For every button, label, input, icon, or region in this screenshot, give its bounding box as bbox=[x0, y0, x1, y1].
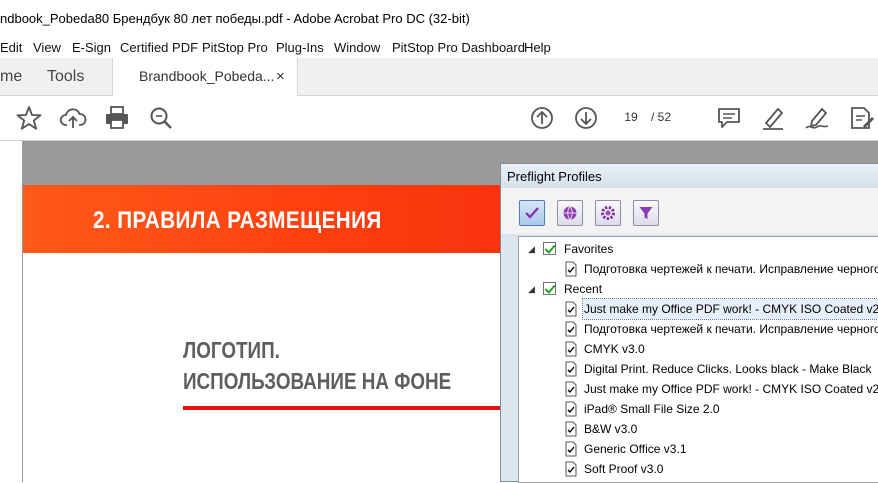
profile-label: CMYK v3.0 bbox=[584, 342, 645, 356]
accent-underline bbox=[183, 406, 513, 410]
tab-document-label: Brandbook_Pobeda... bbox=[139, 68, 275, 84]
preflight-toolbar bbox=[501, 188, 878, 234]
preflight-dialog: Preflight Profiles ◢ Favorites Подготовк… bbox=[500, 163, 878, 483]
profile-label: Soft Proof v3.0 bbox=[584, 462, 664, 476]
list-item[interactable]: Generic Office v3.1 bbox=[519, 439, 878, 459]
profile-doc-icon bbox=[565, 421, 577, 437]
checkmark-icon bbox=[525, 207, 539, 219]
edit-document-icon[interactable] bbox=[847, 104, 875, 132]
profile-label: Just make my Office PDF work! - CMYK ISO… bbox=[584, 382, 878, 396]
comment-icon[interactable] bbox=[715, 104, 743, 132]
profile-tree: ◢ Favorites Подготовка чертежей к печати… bbox=[518, 236, 878, 483]
profile-label: Just make my Office PDF work! - CMYK ISO… bbox=[581, 298, 878, 320]
globe-icon bbox=[563, 206, 577, 220]
title-bar: ndbook_Pobeda80 Брендбук 80 лет победы.p… bbox=[0, 0, 878, 34]
list-item[interactable]: Just make my Office PDF work! - CMYK ISO… bbox=[519, 379, 878, 399]
list-item[interactable]: iPad® Small File Size 2.0 bbox=[519, 399, 878, 419]
menu-plug-ins[interactable]: Plug-Ins bbox=[276, 40, 324, 55]
profile-doc-icon bbox=[565, 321, 577, 337]
left-gutter bbox=[0, 141, 23, 482]
page-total: / 52 bbox=[651, 110, 672, 124]
page-down-icon[interactable] bbox=[572, 104, 600, 132]
group-check-icon bbox=[543, 282, 556, 295]
tab-home[interactable]: me bbox=[0, 58, 22, 95]
menu-esign[interactable]: E-Sign bbox=[72, 40, 111, 55]
upload-cloud-icon[interactable] bbox=[59, 104, 87, 132]
window-title: ndbook_Pobeda80 Брендбук 80 лет победы.p… bbox=[0, 11, 470, 26]
profile-doc-icon bbox=[565, 361, 577, 377]
profile-label: iPad® Small File Size 2.0 bbox=[584, 402, 720, 416]
page-heading-line2: ИСПОЛЬЗОВАНИЕ НА ФОНЕ bbox=[183, 368, 452, 394]
profile-doc-icon bbox=[565, 401, 577, 417]
group-label: Favorites bbox=[564, 242, 614, 256]
page-number-input[interactable]: 19 bbox=[614, 106, 648, 128]
filter-icon bbox=[639, 207, 653, 219]
tab-tools[interactable]: Tools bbox=[47, 58, 84, 95]
menu-edit[interactable]: Edit bbox=[0, 40, 22, 55]
tab-close-icon[interactable]: × bbox=[276, 58, 285, 95]
profile-doc-icon bbox=[565, 461, 577, 477]
group-check-icon bbox=[543, 242, 556, 255]
profile-label: Generic Office v3.1 bbox=[584, 442, 687, 456]
list-item[interactable]: B&W v3.0 bbox=[519, 419, 878, 439]
list-item-selected[interactable]: Just make my Office PDF work! - CMYK ISO… bbox=[519, 298, 878, 320]
profile-doc-icon bbox=[565, 341, 577, 357]
preflight-title-bar[interactable]: Preflight Profiles bbox=[501, 164, 878, 188]
toolbar: 19 / 52 bbox=[0, 96, 878, 141]
page-up-icon[interactable] bbox=[528, 104, 556, 132]
filter-button[interactable] bbox=[633, 200, 659, 226]
page-heading-line1: ЛОГОТИП. bbox=[183, 337, 280, 363]
list-item[interactable]: Подготовка чертежей к печати. Исправлени… bbox=[519, 259, 878, 279]
sign-pen-icon[interactable] bbox=[803, 104, 831, 132]
collapse-arrow-icon[interactable]: ◢ bbox=[528, 239, 538, 259]
profile-label: Подготовка чертежей к печати. Исправлени… bbox=[584, 322, 878, 336]
menu-window[interactable]: Window bbox=[334, 40, 380, 55]
gear-icon bbox=[601, 206, 615, 220]
profiles-check-button[interactable] bbox=[519, 200, 545, 226]
tree-group-recent[interactable]: ◢ Recent bbox=[519, 279, 878, 299]
group-label: Recent bbox=[564, 282, 603, 296]
profile-doc-icon bbox=[565, 441, 577, 457]
collapse-arrow-icon[interactable]: ◢ bbox=[528, 279, 538, 299]
profile-doc-icon bbox=[565, 261, 577, 277]
bookmark-star-icon[interactable] bbox=[15, 104, 43, 132]
menu-pitstop-dashboard[interactable]: PitStop Pro Dashboard bbox=[392, 40, 525, 55]
profile-label: Подготовка чертежей к печати. Исправлени… bbox=[584, 262, 878, 276]
fixups-button[interactable] bbox=[557, 200, 583, 226]
list-item[interactable]: Подготовка чертежей к печати. Исправлени… bbox=[519, 319, 878, 339]
tab-bar: me Tools Brandbook_Pobeda... × bbox=[0, 58, 878, 96]
tree-group-favorites[interactable]: ◢ Favorites bbox=[519, 239, 878, 259]
menu-pitstop-pro[interactable]: PitStop Pro bbox=[202, 40, 268, 55]
highlight-pen-icon[interactable] bbox=[759, 104, 787, 132]
profile-label: B&W v3.0 bbox=[584, 422, 638, 436]
list-item[interactable]: CMYK v3.0 bbox=[519, 339, 878, 359]
menu-bar: Edit View E-Sign Certified PDF PitStop P… bbox=[0, 36, 878, 59]
preflight-title: Preflight Profiles bbox=[507, 169, 602, 184]
menu-help[interactable]: Help bbox=[524, 40, 551, 55]
profile-doc-icon bbox=[565, 301, 577, 317]
profile-label: Digital Print. Reduce Clicks. Looks blac… bbox=[584, 362, 872, 376]
list-item[interactable]: Digital Print. Reduce Clicks. Looks blac… bbox=[519, 359, 878, 379]
menu-certified-pdf[interactable]: Certified PDF bbox=[120, 40, 198, 55]
list-item[interactable]: Soft Proof v3.0 bbox=[519, 459, 878, 479]
tools-button[interactable] bbox=[595, 200, 621, 226]
profile-doc-icon bbox=[565, 381, 577, 397]
zoom-search-icon[interactable] bbox=[147, 104, 175, 132]
menu-view[interactable]: View bbox=[33, 40, 61, 55]
section-title: 2. ПРАВИЛА РАЗМЕЩЕНИЯ bbox=[93, 207, 382, 234]
print-icon[interactable] bbox=[103, 104, 131, 132]
tab-document[interactable]: Brandbook_Pobeda... × bbox=[112, 58, 298, 96]
